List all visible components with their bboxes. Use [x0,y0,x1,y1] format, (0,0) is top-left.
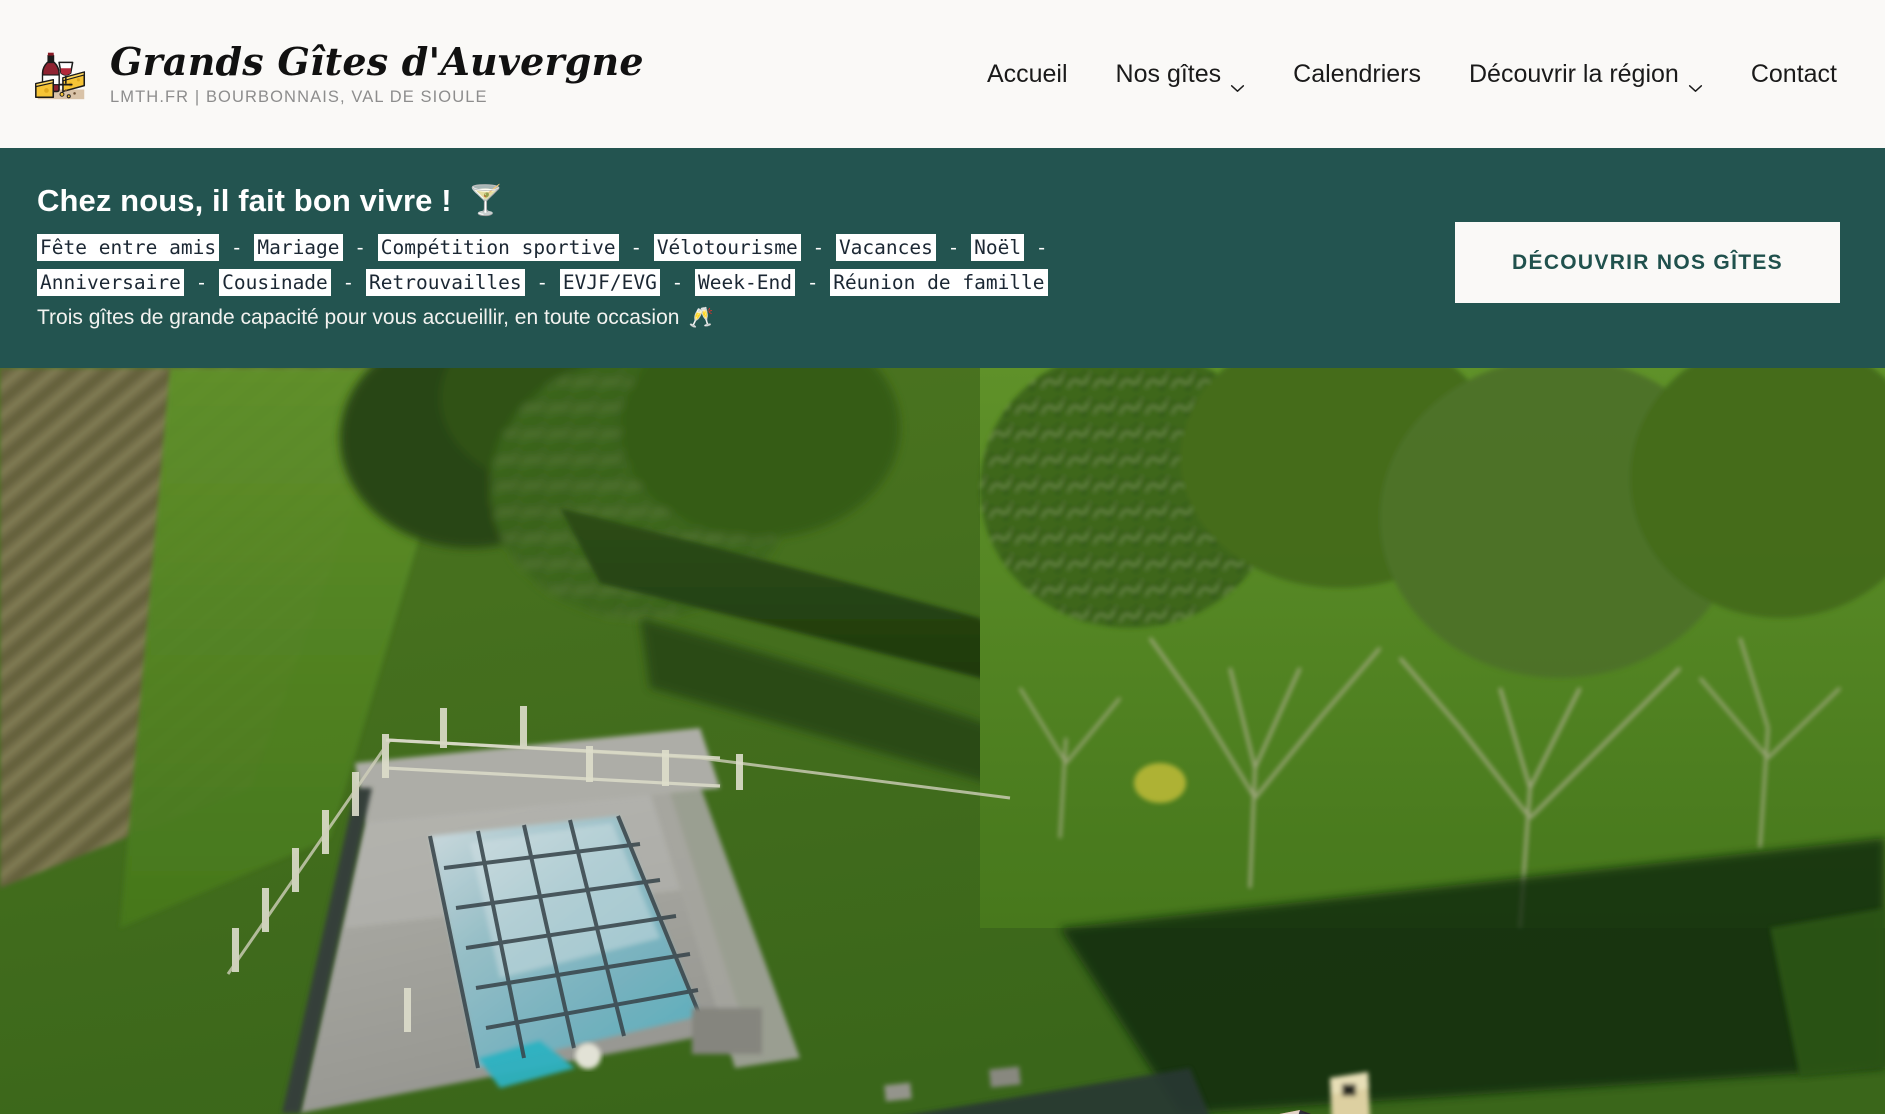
hero-tag-row-1: Fête entre amis - Mariage - Compétition … [37,234,1048,261]
nav-item-calendriers[interactable]: Calendriers [1269,59,1445,89]
hero-title: Chez nous, il fait bon vivre ! 🍸 [37,182,1048,220]
nav-item-accueil[interactable]: Accueil [963,59,1092,89]
hero-subtitle-text: Trois gîtes de grande capacité pour vous… [37,306,680,329]
nav-label: Découvrir la région [1469,60,1679,88]
tag-chip[interactable]: Retrouvailles [366,269,525,296]
tag-chip[interactable]: EVJF/EVG [559,269,660,296]
nav-item-decouvrir-la-region[interactable]: Découvrir la région [1445,59,1727,92]
nav-label: Nos gîtes [1115,60,1222,88]
tag-separator: - [183,271,220,294]
chevron-down-icon [1688,70,1703,92]
tag-separator: - [330,271,367,294]
hero-cta-block: DÉCOUVRIR NOS GÎTES [1455,148,1885,303]
hero-text-block: Chez nous, il fait bon vivre ! 🍸 Fête en… [0,148,1048,332]
tag-chip[interactable]: Anniversaire [37,269,184,296]
page-root: Grands Gîtes d'Auvergne LMTH.FR | BOURBO… [0,0,1885,1114]
tag-separator: - [524,271,560,294]
chevron-down-icon [1230,70,1245,92]
site-header: Grands Gîtes d'Auvergne LMTH.FR | BOURBO… [0,0,1885,148]
nav-label: Contact [1750,60,1837,88]
main-navigation: Accueil Nos gîtes Calendriers Découvrir … [963,59,1837,92]
wine-bottle-cheese-icon [30,43,92,105]
nav-label: Accueil [986,60,1068,88]
cocktail-icon: 🍸 [467,184,504,217]
tag-separator: - [794,271,831,294]
tag-separator: - [618,236,654,259]
discover-gites-button[interactable]: DÉCOUVRIR NOS GÎTES [1455,222,1840,303]
tag-chip[interactable]: Week-End [695,269,795,296]
hero-tag-row-2: Anniversaire - Cousinade - Retrouvailles… [37,269,1048,296]
brand-block[interactable]: Grands Gîtes d'Auvergne LMTH.FR | BOURBO… [30,40,644,108]
tag-chip[interactable]: Vélotourisme [653,234,801,261]
tag-separator: - [800,236,836,259]
hero-title-text: Chez nous, il fait bon vivre ! [37,183,452,218]
tag-separator: - [935,236,972,259]
nav-item-nos-gites[interactable]: Nos gîtes [1092,59,1270,92]
hero-aerial-photo [0,368,1885,1114]
page-title: Grands Gîtes d'Auvergne [110,39,644,84]
tag-chip[interactable]: Réunion de famille [830,269,1048,296]
nav-item-contact[interactable]: Contact [1727,59,1837,89]
nav-label: Calendriers [1293,60,1421,88]
tag-separator: - [659,271,696,294]
tag-separator: - [342,236,378,259]
brand-text: Grands Gîtes d'Auvergne LMTH.FR | BOURBO… [110,40,644,108]
tag-separator: - [1024,236,1048,259]
champagne-glasses-icon: 🥂 [688,307,714,329]
brand-subtitle: LMTH.FR | BOURBONNAIS, VAL DE SIOULE [110,88,488,106]
tag-chip[interactable]: Cousinade [219,269,331,296]
hero-subtitle: Trois gîtes de grande capacité pour vous… [37,304,1048,332]
tag-separator: - [219,236,255,259]
hero-banner: Chez nous, il fait bon vivre ! 🍸 Fête en… [0,148,1885,368]
hero-tag-list: Fête entre amis - Mariage - Compétition … [37,234,1048,296]
tag-chip[interactable]: Noël [971,234,1025,261]
tag-chip[interactable]: Vacances [835,234,936,261]
tag-chip[interactable]: Compétition sportive [377,234,619,261]
tag-chip[interactable]: Fête entre amis [37,234,220,261]
tag-chip[interactable]: Mariage [254,234,343,261]
